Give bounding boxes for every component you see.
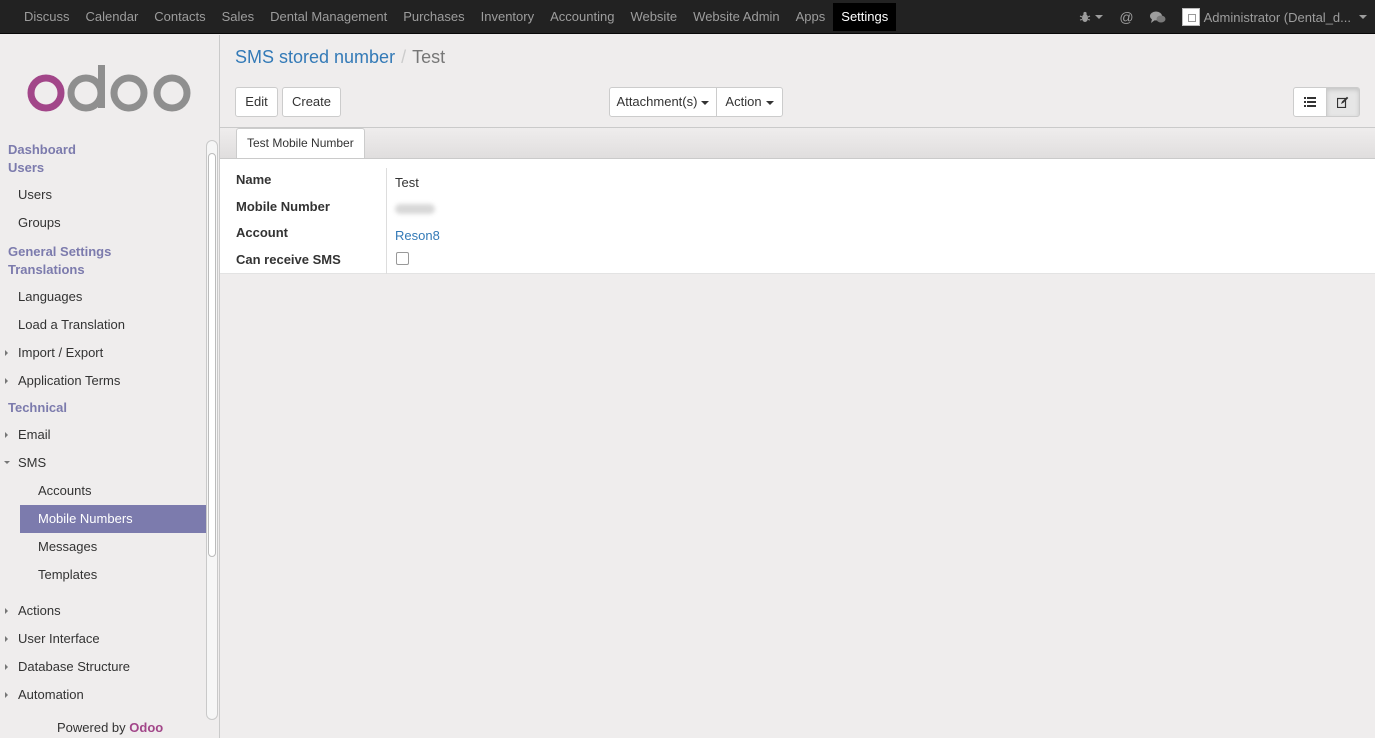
top-menu-item-accounting[interactable]: Accounting: [542, 0, 622, 34]
account-field-label: Account: [236, 225, 288, 240]
sidebar-item-sms-templates[interactable]: Templates: [0, 561, 206, 589]
chevron-down-icon: [765, 100, 774, 105]
breadcrumb-separator: /: [401, 47, 407, 67]
top-menu-item-settings[interactable]: Settings: [833, 3, 897, 31]
chevron-down-icon: [1359, 15, 1367, 19]
name-field-label: Name: [236, 172, 272, 187]
caret-right-icon: [5, 378, 8, 384]
sidebar-menu: Dashboard Users Users Groups General Set…: [0, 138, 206, 718]
user-avatar-icon: [1181, 8, 1200, 26]
name-field-value: Test: [395, 175, 419, 190]
tab-test-mobile-number[interactable]: Test Mobile Number: [236, 128, 365, 158]
sidebar-section-translations[interactable]: Translations: [0, 261, 206, 279]
sidebar-scrollbar-thumb[interactable]: [208, 153, 216, 557]
mobile-number-blurred-value: [395, 204, 435, 214]
sidebar-item-email[interactable]: Email: [0, 421, 206, 449]
sidebar-section-dashboard[interactable]: Dashboard: [0, 141, 206, 159]
sidebar-item-languages[interactable]: Languages: [0, 283, 206, 311]
edit-form-icon: [1336, 96, 1349, 109]
attachments-dropdown-button[interactable]: Attachment(s): [609, 87, 717, 117]
caret-right-icon: [5, 636, 8, 642]
caret-down-icon: [4, 461, 10, 464]
sidebar-item-actions[interactable]: Actions: [0, 597, 206, 625]
sidebar-scrollbar[interactable]: [206, 140, 218, 720]
sidebar-item-user-interface[interactable]: User Interface: [0, 625, 206, 653]
top-menu-item-website[interactable]: Website: [622, 0, 685, 34]
top-menu-item-contacts[interactable]: Contacts: [146, 0, 213, 34]
caret-right-icon: [5, 692, 8, 698]
sidebar-item-sms-accounts[interactable]: Accounts: [0, 477, 206, 505]
mobile-number-field-label: Mobile Number: [236, 199, 330, 214]
powered-by-brand-link[interactable]: Odoo: [129, 720, 163, 735]
debug-bug-icon[interactable]: [1079, 11, 1104, 23]
top-menu: Discuss Calendar Contacts Sales Dental Manag…: [16, 0, 897, 34]
sidebar-item-automation[interactable]: Automation: [0, 681, 206, 709]
breadcrumb-parent-link[interactable]: SMS stored number: [235, 47, 395, 67]
top-menu-item-calendar[interactable]: Calendar: [78, 0, 147, 34]
top-menu-item-discuss[interactable]: Discuss: [16, 0, 78, 34]
caret-right-icon: [5, 608, 8, 614]
sidebar-item-database-structure[interactable]: Database Structure: [0, 653, 206, 681]
mentions-at-icon[interactable]: @: [1119, 9, 1133, 25]
user-menu[interactable]: Administrator (Dental_d...: [1181, 8, 1367, 26]
powered-by-text: Powered by: [57, 720, 126, 735]
top-navbar: Discuss Calendar Contacts Sales Dental Manag…: [0, 0, 1375, 34]
can-receive-sms-checkbox[interactable]: [396, 252, 409, 265]
chat-bubbles-icon[interactable]: [1149, 11, 1166, 24]
caret-right-icon: [5, 664, 8, 670]
sidebar: Dashboard Users Users Groups General Set…: [0, 35, 220, 738]
sidebar-item-sms[interactable]: SMS: [0, 449, 206, 477]
caret-right-icon: [5, 432, 8, 438]
sidebar-item-load-translation[interactable]: Load a Translation: [0, 311, 206, 339]
sidebar-item-sms-messages[interactable]: Messages: [0, 533, 206, 561]
powered-by: Powered by Odoo: [57, 720, 163, 735]
odoo-logo: [27, 65, 191, 112]
user-name: Administrator (Dental_d...: [1203, 9, 1351, 25]
sidebar-item-application-terms[interactable]: Application Terms: [0, 367, 206, 395]
notebook-tab-strip: [220, 127, 1375, 159]
account-link[interactable]: Reson8: [395, 228, 440, 243]
list-icon: [1304, 97, 1316, 107]
top-menu-item-sales[interactable]: Sales: [214, 0, 263, 34]
top-right-menu: @ Administrator (Dental_d...: [1071, 0, 1367, 34]
form-label-divider: [386, 168, 387, 274]
caret-right-icon: [5, 350, 8, 356]
top-menu-item-purchases[interactable]: Purchases: [395, 0, 472, 34]
chevron-down-icon: [701, 100, 710, 105]
sidebar-item-import-export[interactable]: Import / Export: [0, 339, 206, 367]
top-menu-item-website-admin[interactable]: Website Admin: [685, 0, 787, 34]
sidebar-section-general-settings[interactable]: General Settings: [0, 243, 206, 261]
top-menu-item-apps[interactable]: Apps: [788, 0, 834, 34]
sidebar-section-users[interactable]: Users: [0, 159, 206, 177]
sidebar-item-mobile-numbers[interactable]: Mobile Numbers: [20, 505, 206, 533]
breadcrumb-current: Test: [412, 47, 446, 67]
form-view-button[interactable]: [1326, 87, 1360, 117]
sidebar-section-technical[interactable]: Technical: [0, 399, 206, 417]
create-button[interactable]: Create: [282, 87, 341, 117]
top-menu-item-inventory[interactable]: Inventory: [473, 0, 542, 34]
sidebar-item-users[interactable]: Users: [0, 181, 206, 209]
action-dropdown-button[interactable]: Action: [716, 87, 783, 117]
breadcrumb: SMS stored number / Test: [235, 47, 445, 68]
sidebar-item-groups[interactable]: Groups: [0, 209, 206, 237]
form-sheet: [220, 159, 1375, 274]
edit-button[interactable]: Edit: [235, 87, 278, 117]
list-view-button[interactable]: [1293, 87, 1327, 117]
top-menu-item-dental-management[interactable]: Dental Management: [262, 0, 395, 34]
can-receive-sms-field-label: Can receive SMS: [236, 252, 341, 267]
